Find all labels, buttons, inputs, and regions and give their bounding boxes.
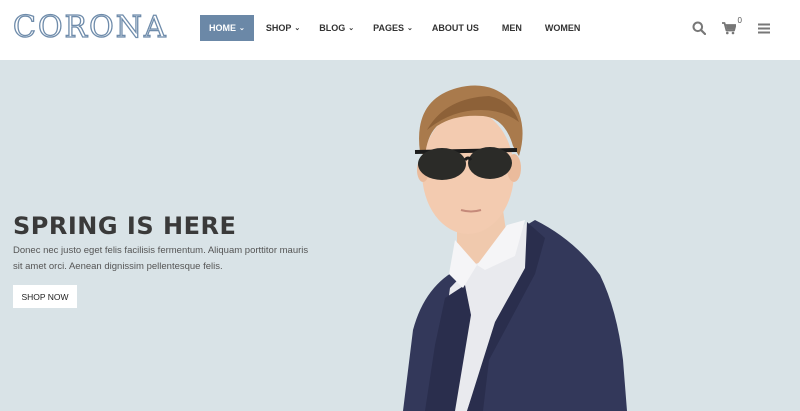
nav-item-home[interactable]: HOME ⌄ (200, 15, 254, 41)
chevron-down-icon: ⌄ (348, 25, 355, 32)
hamburger-menu-icon[interactable] (758, 23, 770, 34)
nav-item-pages[interactable]: PAGES ⌄ (373, 15, 413, 41)
search-icon[interactable] (692, 21, 706, 35)
model-in-sunglasses-image (403, 85, 627, 411)
hero-banner: SPRING IS HERE Donec nec justo eget feli… (0, 60, 800, 411)
nav-item-men[interactable]: MEN (502, 15, 522, 41)
nav-item-blog[interactable]: BLOG ⌄ (319, 15, 354, 41)
nav-item-label: HOME (209, 23, 236, 33)
hero-title: SPRING IS HERE (13, 212, 237, 240)
chevron-down-icon: ⌄ (406, 25, 413, 32)
hero-description: Donec nec justo eget felis facilisis fer… (13, 245, 309, 272)
header-actions: 0 (692, 16, 770, 38)
site-header: CORONA HOME ⌄ SHOP ⌄ BLOG ⌄ PAGES ⌄ ABOU… (0, 0, 800, 60)
logo[interactable]: CORONA (12, 9, 168, 46)
nav-item-women[interactable]: WOMEN (545, 15, 581, 41)
nav-item-label: ABOUT US (431, 23, 479, 33)
nav-item-label: MEN (501, 23, 522, 33)
nav-item-label: PAGES (373, 23, 404, 33)
cart-icon[interactable]: 0 (722, 16, 742, 35)
shop-now-button[interactable]: SHOP NOW (13, 285, 77, 308)
chevron-down-icon: ⌄ (294, 25, 301, 32)
chevron-down-icon: ⌄ (239, 25, 245, 32)
main-nav: HOME ⌄ SHOP ⌄ BLOG ⌄ PAGES ⌄ ABOUT US ME… (200, 15, 599, 41)
nav-item-shop[interactable]: SHOP ⌄ (266, 15, 300, 41)
cart-count-badge: 0 (737, 15, 742, 25)
nav-item-about-us[interactable]: ABOUT US (432, 15, 479, 41)
nav-item-label: BLOG (319, 23, 346, 33)
nav-item-label: SHOP (265, 23, 292, 33)
nav-item-label: WOMEN (544, 23, 581, 33)
